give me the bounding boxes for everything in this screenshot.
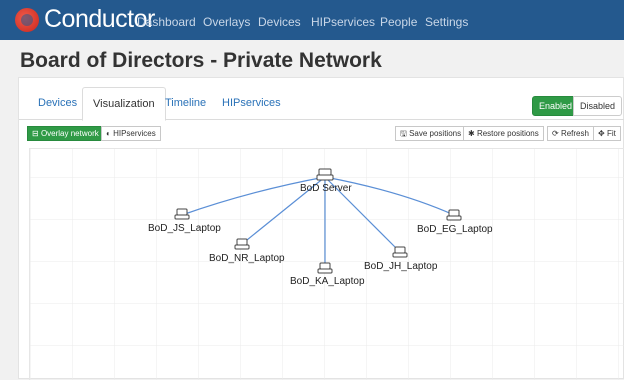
node-label-js[interactable]: BoD_JS_Laptop — [148, 223, 221, 234]
enabled-toggle[interactable]: Enabled — [532, 96, 580, 116]
disabled-toggle[interactable]: Disabled — [573, 96, 623, 116]
hipservices-button[interactable]: ◐ HIPservices — [101, 126, 161, 141]
fit-icon: ✥ — [598, 129, 605, 138]
conductor-logo-icon[interactable] — [15, 8, 39, 32]
nav-settings[interactable]: Settings — [425, 15, 468, 29]
tab-devices[interactable]: Devices — [28, 87, 87, 120]
page-title: Board of Directors - Private Network — [20, 49, 382, 72]
laptop-node-icon-nr[interactable] — [234, 238, 250, 250]
fit-label: Fit — [606, 129, 616, 138]
save-positions-button[interactable]: 🖫 Save positions — [395, 126, 467, 141]
laptop-node-icon-js[interactable] — [174, 208, 190, 220]
hipservices-icon: ◐ — [106, 129, 111, 138]
refresh-label: Refresh — [560, 129, 589, 138]
restore-positions-label: Restore positions — [476, 129, 539, 138]
node-label-ka[interactable]: BoD_KA_Laptop — [290, 276, 365, 287]
nav-people[interactable]: People — [380, 15, 417, 29]
network-graph-canvas[interactable]: BoD Server BoD_JS_Laptop BoD_NR_Laptop B… — [29, 148, 624, 380]
tab-bar: Devices Visualization Timeline HIPservic… — [19, 87, 624, 121]
nav-devices[interactable]: Devices — [258, 15, 301, 29]
server-node-icon[interactable] — [316, 168, 334, 181]
laptop-node-icon-eg[interactable] — [446, 209, 462, 221]
restore-positions-button[interactable]: ✱ Restore positions — [463, 126, 544, 141]
tab-timeline[interactable]: Timeline — [155, 87, 216, 120]
overlay-network-label: Overlay network — [40, 129, 99, 138]
overlay-network-icon: ⊟ — [32, 129, 39, 138]
fit-button[interactable]: ✥ Fit — [593, 126, 621, 141]
hipservices-label: HIPservices — [113, 129, 156, 138]
nav-dashboard[interactable]: Dashboard — [137, 15, 196, 29]
tab-visualization[interactable]: Visualization — [82, 87, 166, 121]
overlay-network-button[interactable]: ⊟ Overlay network — [27, 126, 104, 141]
node-label-eg[interactable]: BoD_EG_Laptop — [417, 224, 493, 235]
tab-hipservices[interactable]: HIPservices — [212, 87, 291, 120]
save-positions-label: Save positions — [409, 129, 462, 138]
node-label-nr[interactable]: BoD_NR_Laptop — [209, 253, 285, 264]
laptop-node-icon-jh[interactable] — [392, 246, 408, 258]
network-panel: Devices Visualization Timeline HIPservic… — [18, 77, 624, 380]
nav-hipservices[interactable]: HIPservices — [311, 15, 375, 29]
laptop-node-icon-ka[interactable] — [317, 262, 333, 274]
node-label-jh[interactable]: BoD_JH_Laptop — [364, 261, 437, 272]
nav-overlays[interactable]: Overlays — [203, 15, 250, 29]
top-navbar: Conductor Dashboard Overlays Devices HIP… — [0, 0, 624, 40]
refresh-button[interactable]: ⟳ Refresh — [547, 126, 594, 141]
node-label-server[interactable]: BoD Server — [300, 183, 352, 194]
floppy-disk-icon: 🖫 — [400, 129, 407, 138]
refresh-icon: ⟳ — [552, 129, 559, 138]
asterisk-icon: ✱ — [468, 129, 475, 138]
